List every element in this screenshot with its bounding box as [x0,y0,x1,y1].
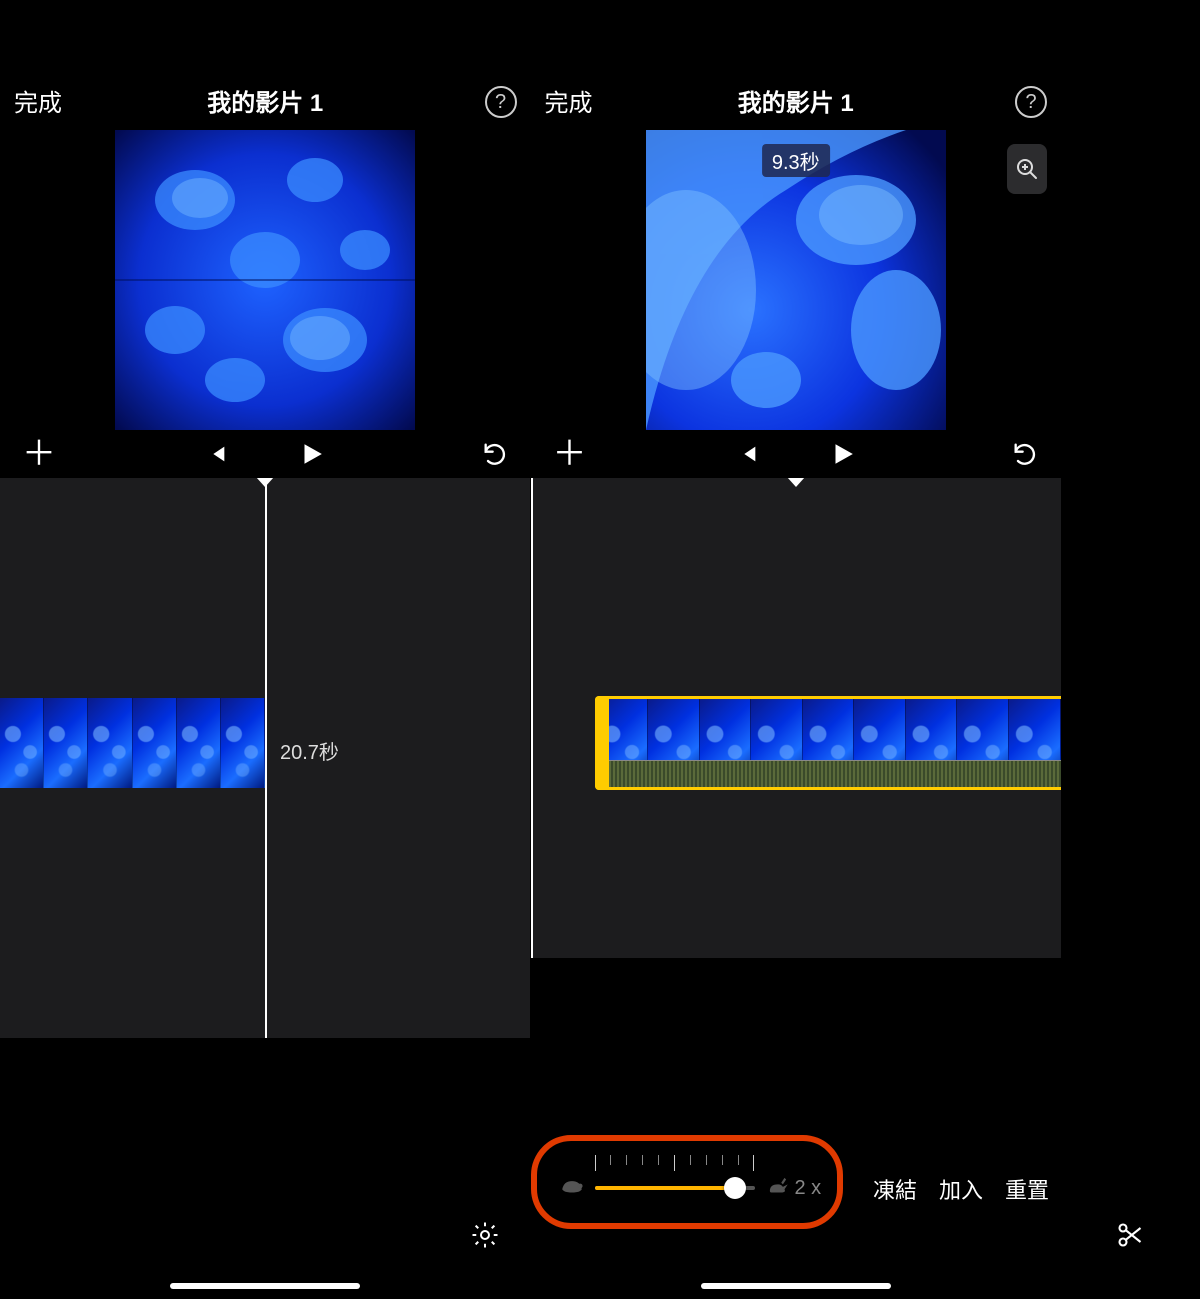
home-indicator[interactable] [701,1283,891,1289]
reset-button[interactable]: 重置 [1005,1173,1049,1205]
scissors-icon [1116,1221,1144,1249]
top-bar: 完成 我的影片 1 ? [531,0,1062,130]
play-button[interactable] [298,441,324,467]
settings-button[interactable] [463,1213,507,1257]
preview-area [0,130,531,430]
speed-slider[interactable] [595,1173,755,1203]
clip-strip[interactable] [0,698,265,788]
timeline[interactable] [531,478,1062,958]
zoom-button[interactable] [1007,144,1047,194]
speed-value: 2 x [795,1177,822,1200]
add-media-button[interactable]: ＋ [553,437,587,471]
help-button[interactable]: ? [1015,86,1047,118]
speed-control-bar: 2 x 凍結 加入 重置 [531,1153,1062,1223]
transport-bar: ＋ [531,430,1062,478]
undo-button[interactable] [481,440,509,468]
project-title: 我的影片 1 [207,83,323,118]
playhead-marker-icon [787,478,805,487]
duration-badge: 9.3秒 [762,144,830,177]
speed-actions: 凍結 加入 重置 [873,1173,1049,1205]
add-media-button[interactable]: ＋ [22,437,56,471]
audio-track[interactable] [609,760,1062,788]
preview-area: 9.3秒 [531,130,1062,430]
video-preview[interactable]: 9.3秒 [646,130,946,430]
help-button[interactable]: ? [485,86,517,118]
play-button[interactable] [829,441,855,467]
help-icon: ? [1025,91,1036,114]
editor-pane-left: 完成 我的影片 1 ? [0,0,531,1299]
cut-tool[interactable] [1108,1213,1152,1257]
turtle-icon [559,1176,585,1201]
duration-label: 20.7秒 [280,736,339,765]
gear-icon [470,1220,500,1250]
video-preview[interactable] [115,130,415,430]
transport-bar: ＋ [0,430,531,478]
rabbit-icon [765,1176,791,1201]
freeze-button[interactable]: 凍結 [873,1173,917,1205]
editor-pane-right: 完成 我的影片 1 ? [531,0,1062,1299]
add-button[interactable]: 加入 [939,1173,983,1205]
tool-bar [1061,1211,1200,1259]
timeline[interactable]: 20.7秒 [0,478,531,1038]
done-button[interactable]: 完成 [14,83,62,118]
top-bar: 完成 我的影片 1 ? [0,0,531,130]
zoom-in-icon [1015,157,1039,181]
playhead[interactable] [265,478,267,1038]
done-button[interactable]: 完成 [545,83,593,118]
help-icon: ? [495,91,506,114]
skip-start-button[interactable] [206,443,228,465]
project-title: 我的影片 1 [738,83,854,118]
skip-start-button[interactable] [737,443,759,465]
home-indicator[interactable] [170,1283,360,1289]
undo-button[interactable] [1011,440,1039,468]
preview-frame-icon [115,130,415,430]
